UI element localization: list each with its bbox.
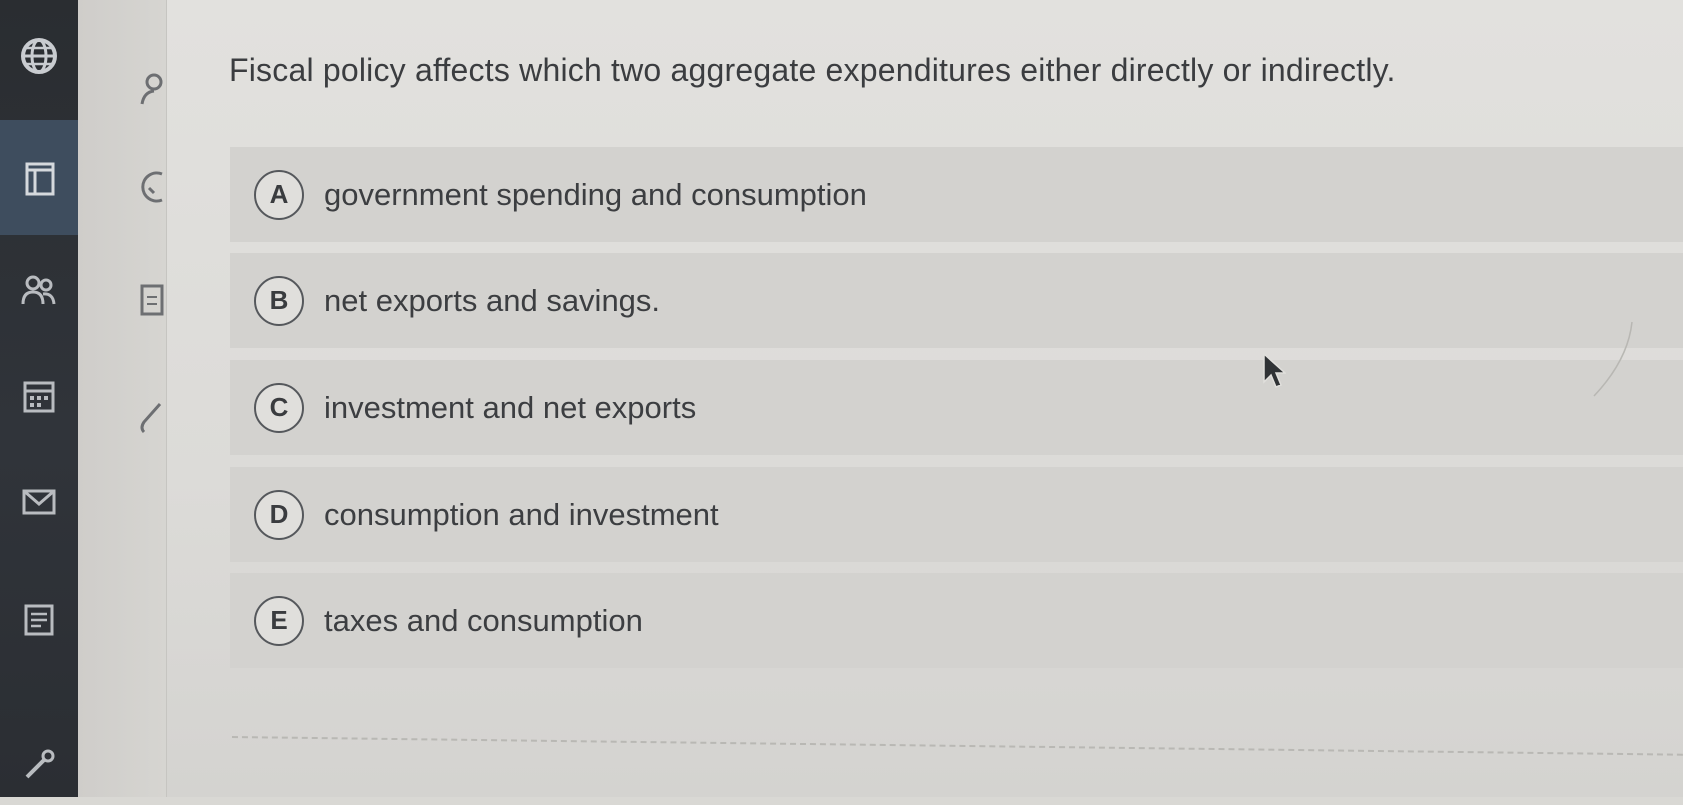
option-letter-a: A	[254, 169, 304, 220]
nav-item-document[interactable]	[0, 580, 78, 660]
nav-item-globe[interactable]	[0, 16, 78, 96]
notebook-icon	[25, 162, 55, 195]
option-text-a: government spending and consumption	[324, 176, 867, 212]
mail-icon	[22, 489, 56, 515]
secondary-sidebar	[78, 0, 167, 797]
calculator-icon[interactable]	[138, 283, 164, 317]
option-letter-b: B	[254, 275, 304, 326]
tools-icon	[25, 749, 55, 779]
option-text-c: investment and net exports	[324, 389, 697, 425]
option-b[interactable]: B net exports and savings.	[230, 253, 1683, 348]
option-letter-e: E	[254, 595, 304, 646]
option-letter-d: D	[254, 489, 304, 540]
nav-item-people[interactable]	[0, 250, 78, 330]
check-circle-icon[interactable]	[138, 170, 164, 204]
option-a[interactable]: A government spending and consumption	[230, 147, 1683, 242]
nav-item-tools[interactable]	[0, 725, 78, 805]
question-text: Fiscal policy affects which two aggregat…	[229, 52, 1396, 88]
user-icon[interactable]	[138, 72, 164, 106]
document-icon	[24, 604, 54, 636]
mouse-pointer-icon	[1263, 352, 1286, 388]
nav-item-mail[interactable]	[0, 462, 78, 542]
paperclip-icon[interactable]	[138, 400, 164, 434]
option-e[interactable]: E taxes and consumption	[230, 573, 1683, 668]
option-text-d: consumption and investment	[324, 496, 719, 532]
option-text-b: net exports and savings.	[324, 282, 661, 318]
option-text-e: taxes and consumption	[324, 602, 643, 638]
people-icon	[21, 275, 56, 305]
option-c[interactable]: C investment and net exports	[230, 360, 1683, 455]
option-letter-c: C	[254, 382, 304, 433]
nav-rail	[0, 0, 78, 797]
globe-icon	[21, 38, 57, 74]
screen-glare-mark	[1593, 321, 1633, 397]
option-d[interactable]: D consumption and investment	[230, 467, 1683, 562]
nav-item-notebook[interactable]	[0, 120, 78, 235]
calendar-icon	[23, 381, 55, 413]
nav-item-calendar[interactable]	[0, 355, 78, 435]
